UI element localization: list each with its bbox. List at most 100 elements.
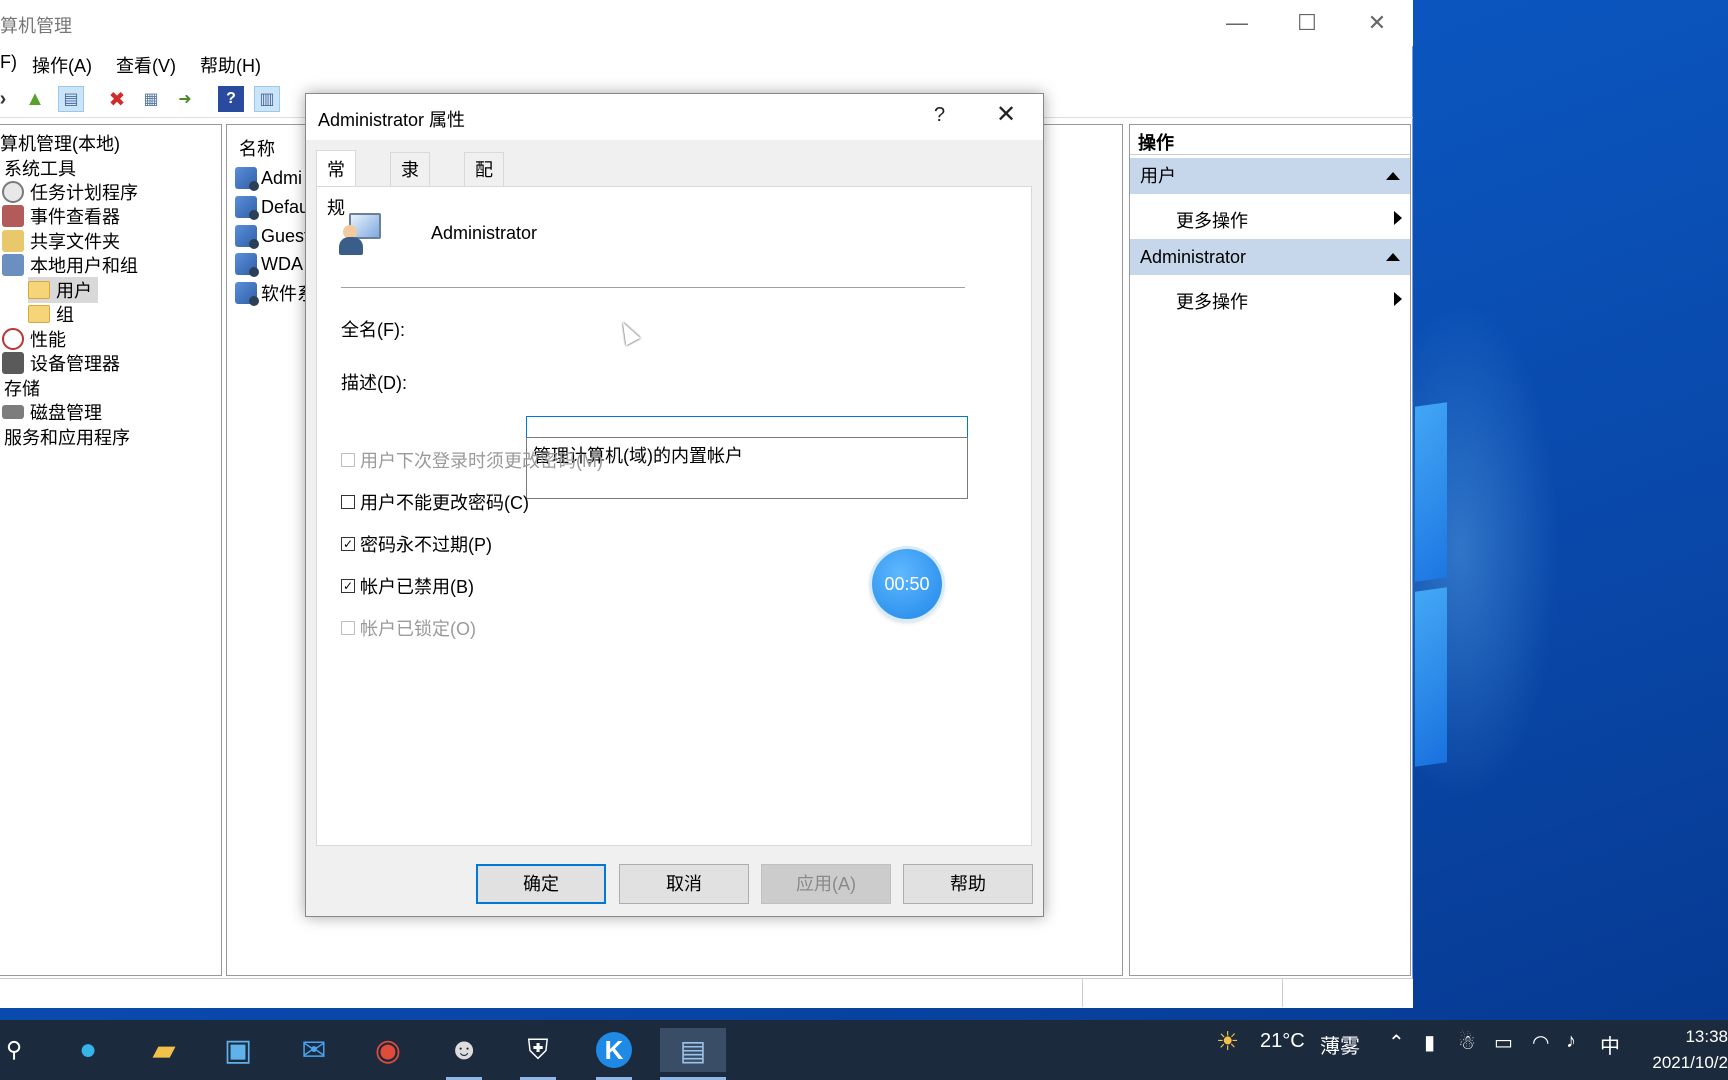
dialog-help-button[interactable]: ?	[934, 104, 945, 127]
file-explorer-icon[interactable]: ▰	[142, 1028, 186, 1072]
tree-label: 共享文件夹	[30, 232, 120, 252]
menu-action[interactable]: 操作(A)	[32, 52, 92, 78]
show-hidden-icons-icon[interactable]: ⌃	[1388, 1030, 1405, 1055]
tree-storage[interactable]: 存储	[4, 375, 40, 401]
collapse-icon[interactable]	[1386, 253, 1400, 261]
close-window-button[interactable]: ✕	[1354, 6, 1400, 40]
account-name: Administrator	[431, 223, 538, 243]
battery-icon[interactable]: ▭	[1494, 1030, 1513, 1055]
checkbox-label: 帐户已锁定(O)	[360, 619, 476, 639]
recording-timer[interactable]: 00:50	[872, 549, 942, 619]
computer-management-taskbar-icon[interactable]: ▤	[660, 1028, 726, 1080]
list-item[interactable]: 软件系	[235, 280, 315, 306]
qq-icon[interactable]: ☃	[1458, 1030, 1476, 1055]
more-actions-administrator[interactable]: 更多操作	[1176, 288, 1402, 314]
app-titlebar[interactable]: 算机管理 — ☐ ✕	[0, 0, 1413, 46]
menu-help[interactable]: 帮助(H)	[200, 52, 261, 78]
more-actions-users[interactable]: 更多操作	[1176, 207, 1402, 233]
tree-label: 本地用户和组	[30, 256, 138, 276]
cancel-button[interactable]: 取消	[619, 864, 749, 904]
wifi-icon[interactable]: ◠	[1532, 1030, 1549, 1055]
weather-icon[interactable]: ☀	[1216, 1026, 1239, 1057]
show-action-pane-icon[interactable]: ▥	[254, 86, 280, 112]
user-icon	[235, 167, 259, 191]
maximize-button[interactable]: ☐	[1284, 6, 1330, 40]
section-title: 用户	[1140, 166, 1176, 186]
tree-system-tools[interactable]: 系统工具	[4, 155, 76, 181]
tree-groups[interactable]: 组	[28, 301, 74, 327]
statusbar	[0, 978, 1413, 1008]
actions-section-administrator[interactable]: Administrator	[1130, 239, 1410, 275]
menu-view[interactable]: 查看(V)	[116, 52, 176, 78]
tree-shared-folders[interactable]: 共享文件夹	[2, 228, 120, 254]
user-app-icon[interactable]: ☻	[442, 1028, 486, 1080]
tree-device-manager[interactable]: 设备管理器	[2, 350, 120, 376]
help-icon[interactable]: ?	[218, 86, 244, 112]
action-label: 更多操作	[1176, 211, 1248, 231]
list-item[interactable]: Defau	[235, 194, 315, 220]
tree-disk-management[interactable]: 磁盘管理	[2, 399, 102, 425]
export-list-icon[interactable]: ➜	[172, 86, 198, 112]
k-app-icon[interactable]: K	[592, 1028, 636, 1080]
tree-label: 用户	[56, 281, 92, 301]
clock[interactable]: 13:38 2021/10/2	[1620, 1024, 1728, 1076]
tab-member-of[interactable]: 隶属于	[390, 152, 430, 248]
list-item[interactable]: WDA	[235, 251, 315, 277]
apply-button[interactable]: 应用(A)	[761, 864, 891, 904]
ime-indicator[interactable]: 中	[1600, 1030, 1620, 1059]
tree-label: 服务和应用程序	[4, 428, 130, 448]
clock-icon	[2, 181, 24, 203]
show-tree-icon[interactable]: ▤	[58, 86, 84, 112]
tree-label: 系统工具	[4, 159, 76, 179]
folder-icon	[28, 281, 50, 299]
list-item[interactable]: Admi	[235, 165, 315, 191]
tree-root[interactable]: 算机管理(本地)	[0, 130, 120, 156]
checkbox-box[interactable]	[341, 495, 355, 509]
tree-local-users-groups[interactable]: 本地用户和组	[2, 252, 138, 278]
dialog-close-button[interactable]: ✕	[996, 100, 1016, 129]
checkbox-cannot-change-password[interactable]: 用户不能更改密码(C)	[341, 489, 529, 515]
checkbox-password-never-expires[interactable]: ✓ 密码永不过期(P)	[341, 531, 492, 557]
tree-services-apps[interactable]: 服务和应用程序	[4, 424, 130, 450]
list-item-label: Guest	[261, 225, 310, 246]
weather-desc[interactable]: 薄雾	[1320, 1030, 1360, 1059]
microphone-icon[interactable]: ▮	[1424, 1030, 1435, 1055]
checkbox-box[interactable]: ✓	[341, 537, 355, 551]
tab-profile[interactable]: 配置文件	[464, 152, 504, 282]
weather-temp[interactable]: 21°C	[1260, 1030, 1305, 1053]
tree-event-viewer[interactable]: 事件查看器	[2, 203, 120, 229]
tree-users[interactable]: 用户	[28, 277, 98, 303]
mail-icon[interactable]: ✉	[292, 1028, 336, 1072]
actions-section-users[interactable]: 用户	[1130, 158, 1410, 194]
list-item[interactable]: Guest	[235, 223, 315, 249]
volume-icon[interactable]: ♪	[1566, 1030, 1576, 1053]
tree-label: 算机管理(本地)	[0, 134, 120, 154]
forward-icon[interactable]: ›	[0, 86, 16, 112]
column-header-name[interactable]: 名称	[239, 135, 275, 161]
collapse-icon[interactable]	[1386, 172, 1400, 180]
dialog-titlebar[interactable]: Administrator 属性 ? ✕	[306, 94, 1043, 140]
divider	[341, 287, 965, 288]
store-icon[interactable]: ▣	[216, 1028, 260, 1072]
checkbox-box[interactable]: ✓	[341, 579, 355, 593]
chrome-icon[interactable]: ◉	[366, 1028, 410, 1072]
edge-browser-icon[interactable]: ●	[66, 1028, 110, 1072]
tree-label: 任务计划程序	[30, 183, 138, 203]
ok-button[interactable]: 确定	[476, 864, 606, 904]
help-button[interactable]: 帮助	[903, 864, 1033, 904]
checkbox-label: 帐户已禁用(B)	[360, 577, 474, 597]
tree-task-scheduler[interactable]: 任务计划程序	[2, 179, 138, 205]
checkbox-label: 密码永不过期(P)	[360, 535, 492, 555]
properties-icon[interactable]: ▦	[138, 86, 164, 112]
checkbox-account-locked: 帐户已锁定(O)	[341, 615, 476, 641]
performance-icon	[2, 328, 24, 350]
delete-icon[interactable]: ✖	[104, 86, 130, 112]
checkbox-account-disabled[interactable]: ✓ 帐户已禁用(B)	[341, 573, 474, 599]
tree-performance[interactable]: 性能	[2, 326, 66, 352]
security-shield-icon[interactable]: ⛨	[516, 1028, 560, 1080]
tab-general[interactable]: 常规	[316, 150, 356, 218]
minimize-button[interactable]: —	[1214, 6, 1260, 40]
menu-file[interactable]: F)	[0, 52, 17, 73]
up-folder-icon[interactable]: ▲	[22, 86, 48, 112]
search-icon[interactable]: ⚲	[0, 1028, 36, 1072]
